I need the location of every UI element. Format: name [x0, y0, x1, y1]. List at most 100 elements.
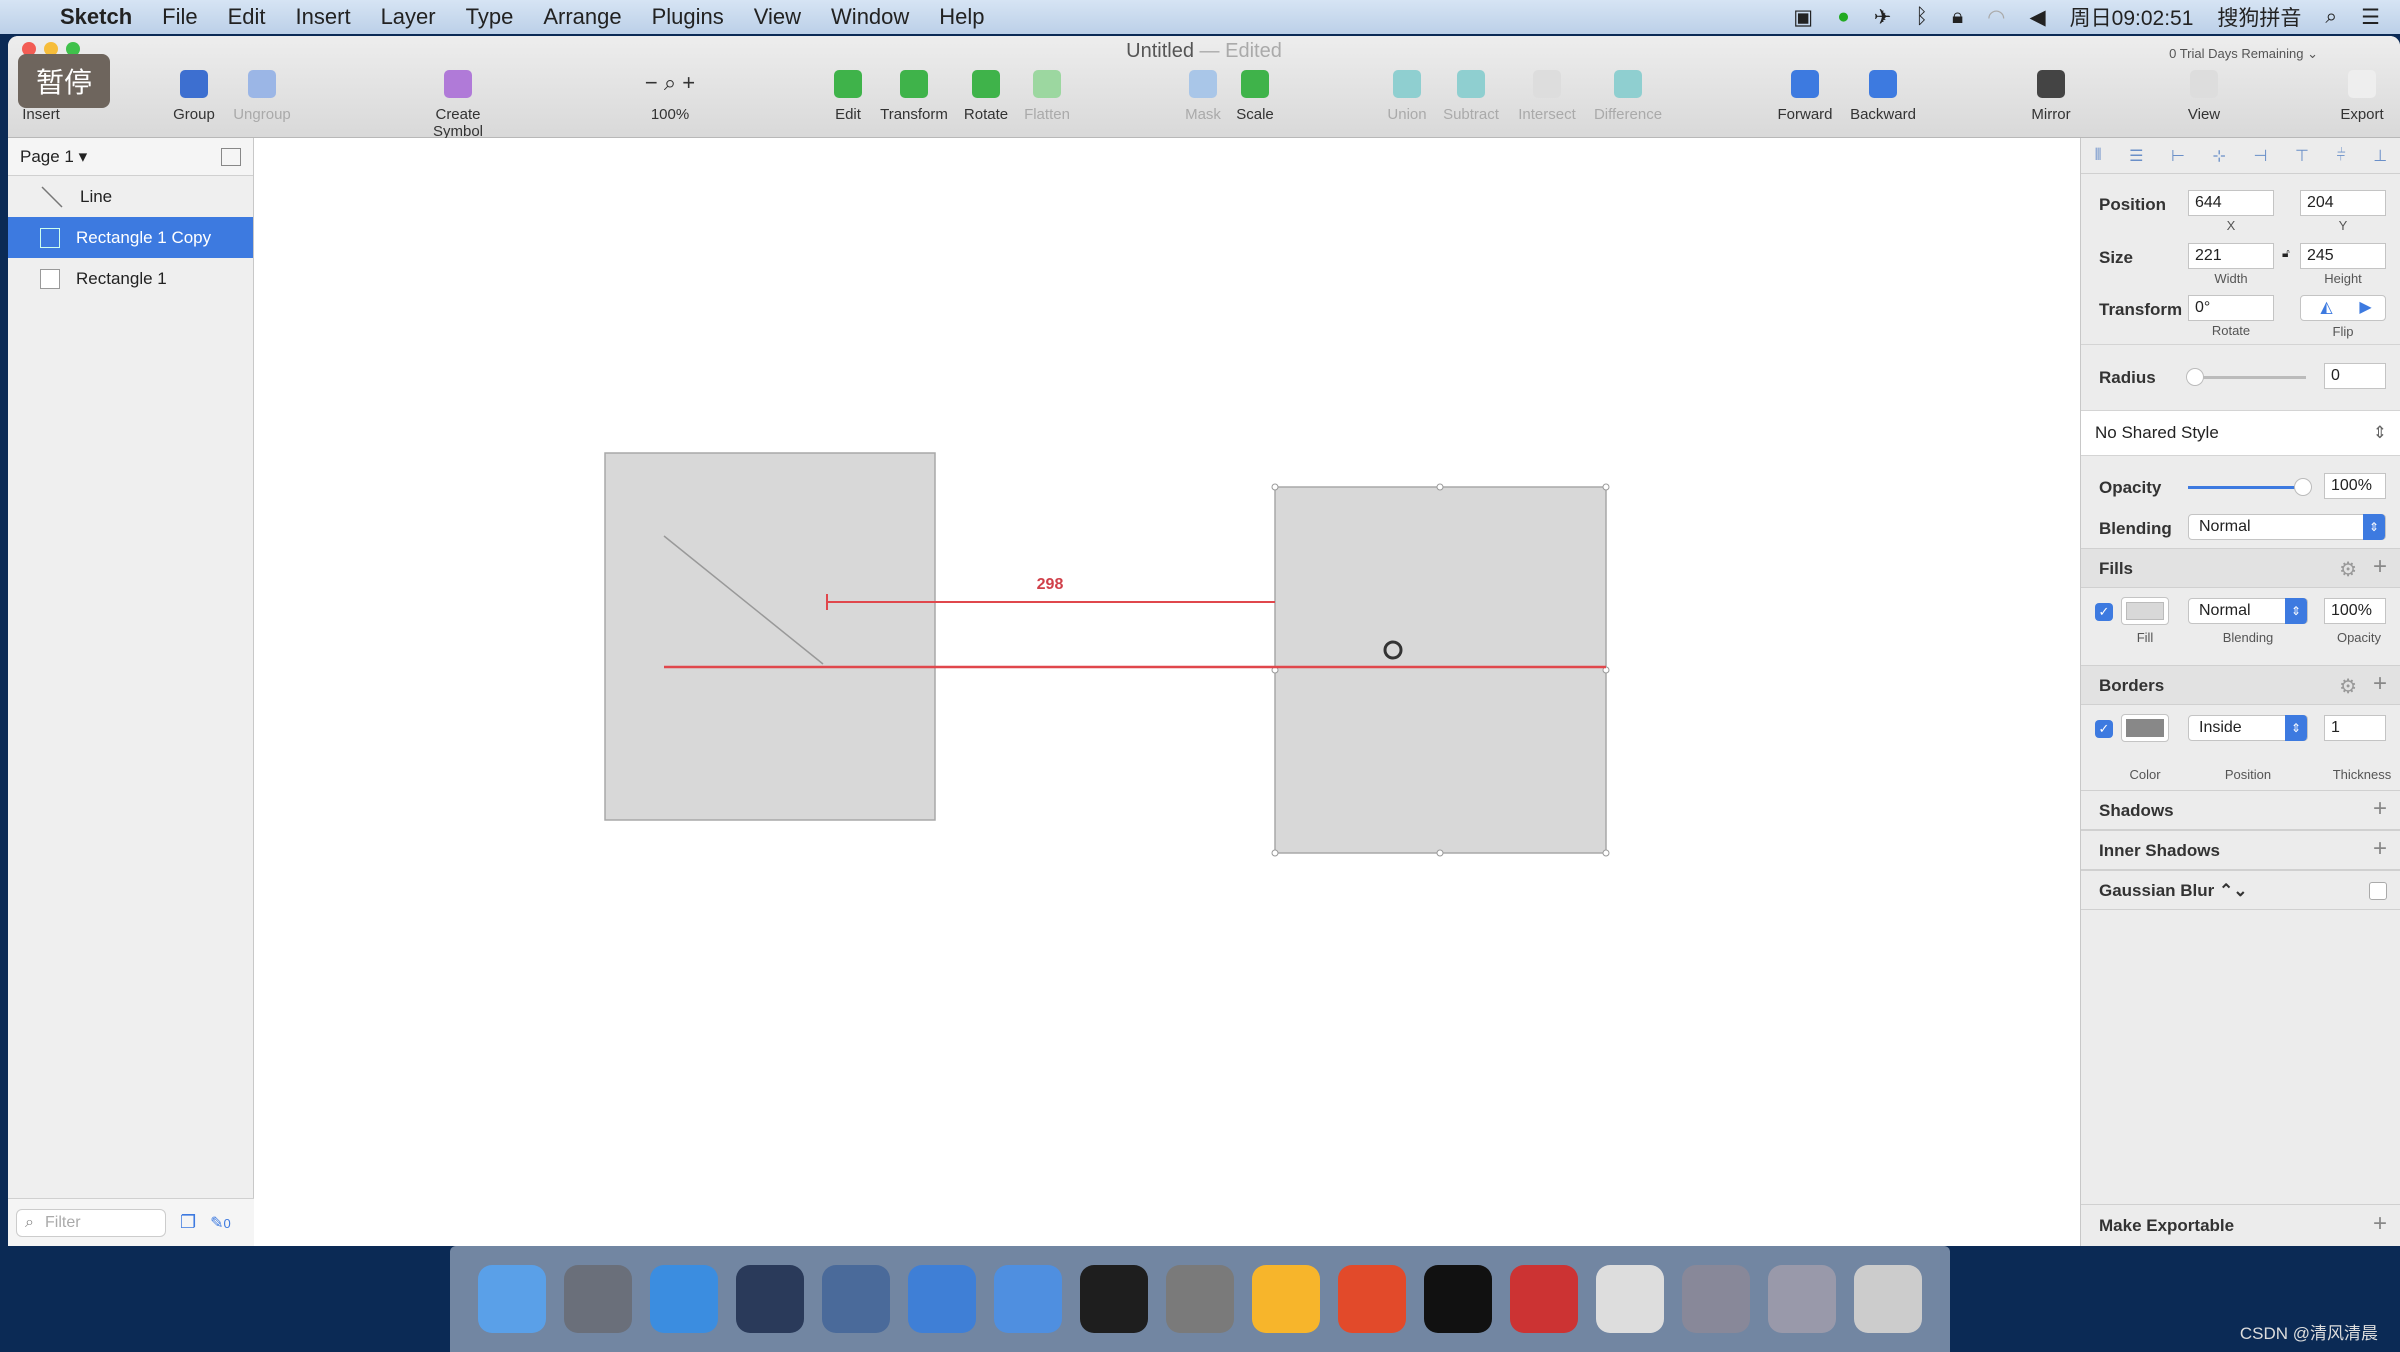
menu-app[interactable]: Sketch	[60, 4, 132, 30]
dock-finder-icon[interactable]	[478, 1265, 546, 1333]
opacity-slider[interactable]	[2188, 478, 2312, 496]
distribute-v-icon[interactable]: ☰	[2129, 146, 2143, 166]
blur-checkbox[interactable]	[2369, 882, 2387, 900]
position-y-field[interactable]: 204	[2300, 190, 2386, 216]
menu-help[interactable]: Help	[939, 4, 984, 30]
border-position-select[interactable]: Inside ⇕	[2188, 715, 2308, 741]
player-icon[interactable]: ●	[1837, 5, 1850, 29]
bluetooth-icon[interactable]: ᛒ	[1915, 5, 1928, 29]
menu-arrange[interactable]: Arrange	[543, 4, 621, 30]
width-field[interactable]: 221	[2188, 243, 2274, 269]
trial-dropdown[interactable]: 0 Trial Days Remaining ⌄	[2169, 46, 2318, 62]
align-middle-icon[interactable]: ⫩	[2336, 147, 2345, 165]
dock-terminal-icon[interactable]	[1080, 1265, 1148, 1333]
backward-button[interactable]: Backward	[1838, 70, 1928, 123]
copy-layers-icon[interactable]: ❐	[180, 1212, 196, 1233]
camera-icon[interactable]: ▣	[1793, 5, 1813, 30]
intersect-button[interactable]: Intersect	[1502, 70, 1592, 123]
radius-field[interactable]: 0	[2324, 363, 2386, 389]
input-method[interactable]: 搜狗拼音	[2217, 2, 2301, 32]
menu-plugins[interactable]: Plugins	[652, 4, 724, 30]
add-shadow-button[interactable]: +	[2373, 795, 2387, 823]
wifi-icon[interactable]: ◠	[1987, 5, 2005, 30]
align-right-icon[interactable]: ⊣	[2253, 146, 2267, 166]
difference-button[interactable]: Difference	[1583, 70, 1673, 123]
pages-toggle-icon[interactable]	[221, 147, 241, 166]
dock-launchpad-icon[interactable]	[564, 1265, 632, 1333]
fill-blending-select[interactable]: Normal ⇕	[2188, 598, 2308, 624]
dock-imovie-icon[interactable]	[822, 1265, 890, 1333]
fill-checkbox[interactable]: ✓	[2095, 603, 2113, 621]
menu-edit[interactable]: Edit	[228, 4, 266, 30]
radius-slider[interactable]	[2186, 368, 2306, 386]
flip-vertical-icon[interactable]: ▶	[2359, 296, 2371, 320]
fill-color-swatch[interactable]	[2121, 597, 2169, 625]
view-button[interactable]: View	[2159, 70, 2249, 123]
dock-powerpoint-icon[interactable]	[1338, 1265, 1406, 1333]
height-field[interactable]: 245	[2300, 243, 2386, 269]
lock-ratio-icon[interactable]: 🔓︎	[2282, 246, 2290, 261]
filter-input[interactable]: ⌕ Filter	[16, 1208, 166, 1237]
dock-xcode-icon[interactable]	[908, 1265, 976, 1333]
menu-type[interactable]: Type	[466, 4, 514, 30]
add-export-button[interactable]: +	[2373, 1210, 2387, 1238]
menu-layer[interactable]: Layer	[381, 4, 436, 30]
align-center-icon[interactable]: ⊹	[2212, 146, 2225, 166]
opacity-field[interactable]: 100%	[2324, 473, 2386, 499]
align-bottom-icon[interactable]: ⊥	[2373, 146, 2387, 166]
dock-screen-sharing-icon[interactable]	[1682, 1265, 1750, 1333]
gear-icon[interactable]: ⚙	[2339, 557, 2357, 582]
ungroup-button[interactable]: Ungroup	[217, 70, 307, 123]
dock-sketch-icon[interactable]	[1252, 1265, 1320, 1333]
dock-instruments-icon[interactable]	[994, 1265, 1062, 1333]
add-border-button[interactable]: +	[2373, 670, 2387, 698]
gear-icon[interactable]: ⚙	[2339, 674, 2357, 699]
menu-window[interactable]: Window	[831, 4, 909, 30]
forward-button[interactable]: Forward	[1760, 70, 1850, 123]
plane-icon[interactable]: ✈	[1874, 5, 1892, 30]
lock-icon[interactable]: 🔒︎	[1952, 5, 1963, 29]
add-inner-shadow-button[interactable]: +	[2373, 835, 2387, 863]
dock-remote-desktop-icon[interactable]	[1768, 1265, 1836, 1333]
distribute-h-icon[interactable]: ⫴	[2095, 147, 2102, 165]
dock-trash-icon[interactable]	[1854, 1265, 1922, 1333]
position-x-field[interactable]: 644	[2188, 190, 2274, 216]
border-color-swatch[interactable]	[2121, 714, 2169, 742]
flip-buttons[interactable]: ◭ ▶	[2300, 295, 2386, 321]
volume-icon[interactable]: ◀	[2030, 5, 2046, 30]
align-left-icon[interactable]: ⊢	[2171, 146, 2185, 166]
flatten-button[interactable]: Flatten	[1002, 70, 1092, 123]
zoom-control[interactable]: − ⌕ + 100%	[625, 70, 715, 123]
fill-opacity-field[interactable]: 100%	[2324, 598, 2386, 624]
dock-safari-icon[interactable]	[650, 1265, 718, 1333]
border-checkbox[interactable]: ✓	[2095, 720, 2113, 738]
shared-style-select[interactable]: No Shared Style ⇕	[2081, 410, 2400, 456]
slice-icon[interactable]: ✎0	[210, 1213, 231, 1233]
dock-console-icon[interactable]	[1424, 1265, 1492, 1333]
border-thickness-field[interactable]: 1	[2324, 715, 2386, 741]
layer-item[interactable]: Line	[8, 176, 253, 217]
layer-item[interactable]: Rectangle 1	[8, 258, 253, 299]
page-selector[interactable]: Page 1 ▾	[8, 138, 253, 176]
dock-dvd-player-icon[interactable]	[1510, 1265, 1578, 1333]
export-button[interactable]: Export	[2317, 70, 2400, 123]
flip-horizontal-icon[interactable]: ◭	[2320, 296, 2332, 320]
rotate-field[interactable]: 0°	[2188, 295, 2274, 321]
create-symbol-button[interactable]: Create Symbol	[413, 70, 503, 140]
dock-system-preferences-icon[interactable]	[1166, 1265, 1234, 1333]
menu-view[interactable]: View	[754, 4, 801, 30]
dock-mouse-icon[interactable]	[736, 1265, 804, 1333]
canvas[interactable]: 298	[254, 138, 2080, 1246]
mirror-button[interactable]: Mirror	[2006, 70, 2096, 123]
menu-file[interactable]: File	[162, 4, 197, 30]
add-fill-button[interactable]: +	[2373, 553, 2387, 581]
layer-item[interactable]: Rectangle 1 Copy	[8, 217, 253, 258]
insert-button[interactable]: Insert	[8, 106, 86, 123]
clock[interactable]: 周日09:02:51	[2070, 2, 2194, 32]
align-top-icon[interactable]: ⊤	[2295, 146, 2309, 166]
search-icon[interactable]: ⌕	[2325, 5, 2337, 29]
dock-preview-icon[interactable]	[1596, 1265, 1664, 1333]
blending-select[interactable]: Normal ⇕	[2188, 514, 2386, 540]
menu-insert[interactable]: Insert	[296, 4, 351, 30]
list-icon[interactable]: ☰	[2361, 5, 2380, 30]
